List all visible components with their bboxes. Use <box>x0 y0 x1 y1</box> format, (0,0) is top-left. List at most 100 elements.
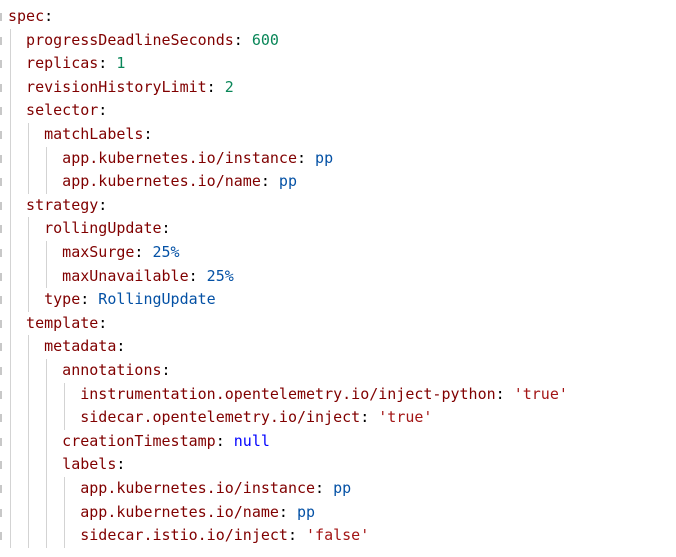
yaml-value: RollingUpdate <box>98 290 216 309</box>
yaml-key: labels <box>62 455 117 474</box>
yaml-key: metadata <box>44 337 117 356</box>
code-line[interactable]: matchLabels: <box>44 123 152 147</box>
indent-guide <box>28 335 30 548</box>
code-line[interactable]: template: <box>26 312 107 336</box>
yaml-key: type <box>44 290 81 309</box>
yaml-key: strategy <box>26 195 99 214</box>
code-line[interactable]: app.kubernetes.io/instance: pp <box>80 477 351 501</box>
gutter-marker <box>0 461 2 470</box>
indent-guide <box>46 146 48 194</box>
yaml-separator: : <box>233 30 252 49</box>
yaml-value: 1 <box>116 54 126 73</box>
indent-guide <box>64 382 66 430</box>
yaml-key: app.kubernetes.io/instance <box>62 148 297 167</box>
yaml-separator: : <box>134 243 153 261</box>
code-line[interactable]: metadata: <box>44 335 125 359</box>
gutter-marker <box>0 13 2 21</box>
code-line[interactable]: labels: <box>62 453 125 477</box>
yaml-value: pp <box>278 172 297 191</box>
code-line[interactable]: revisionHistoryLimit: 2 <box>26 76 234 100</box>
yaml-separator: : <box>296 148 316 167</box>
yaml-separator: : <box>98 313 108 332</box>
code-line[interactable]: app.kubernetes.io/name: pp <box>62 170 297 194</box>
yaml-value: 600 <box>251 30 279 49</box>
yaml-value: pp <box>315 148 334 167</box>
yaml-separator: : <box>215 431 234 450</box>
code-editor[interactable]: spec: progressDeadlineSeconds: 600 replica… <box>0 0 676 557</box>
yaml-separator: : <box>206 77 225 96</box>
indent-guide <box>28 217 30 312</box>
gutter-marker <box>0 343 2 352</box>
yaml-value: pp <box>333 479 352 497</box>
gutter-marker <box>0 225 2 234</box>
yaml-separator: : <box>161 219 171 238</box>
yaml-value: 25% <box>206 266 234 285</box>
yaml-value: pp <box>296 502 316 521</box>
yaml-key: revisionHistoryLimit <box>26 77 207 96</box>
gutter-marker <box>0 532 2 541</box>
code-line[interactable]: progressDeadlineSeconds: 600 <box>26 29 279 53</box>
code-line[interactable]: rollingUpdate: <box>44 217 170 241</box>
gutter-marker <box>0 36 2 45</box>
indent-guide <box>46 359 48 548</box>
code-line[interactable]: type: RollingUpdate <box>44 288 216 312</box>
gutter-marker <box>0 83 2 92</box>
yaml-separator: : <box>80 290 99 309</box>
gutter-marker <box>0 154 2 163</box>
gutter-marker <box>0 390 2 399</box>
indent-guide <box>46 241 48 289</box>
yaml-value: 'true' <box>513 384 568 403</box>
yaml-separator: : <box>278 502 297 521</box>
yaml-separator: : <box>287 526 307 545</box>
gutter-marker <box>0 437 2 446</box>
code-line[interactable]: sidecar.istio.io/inject: 'false' <box>80 524 369 548</box>
yaml-key: sidecar.opentelemetry.io/inject <box>80 408 361 427</box>
yaml-key: annotations <box>62 361 162 379</box>
yaml-separator: : <box>98 54 117 73</box>
yaml-key: spec <box>8 7 45 25</box>
code-line[interactable]: instrumentation.opentelemetry.io/inject-… <box>80 383 568 407</box>
yaml-value: null <box>233 431 270 450</box>
yaml-key: sidecar.istio.io/inject <box>80 526 288 545</box>
code-line[interactable]: app.kubernetes.io/name: pp <box>80 501 315 525</box>
yaml-separator: : <box>98 101 108 120</box>
yaml-separator: : <box>260 172 279 191</box>
yaml-key: app.kubernetes.io/name <box>62 172 261 191</box>
code-line[interactable]: app.kubernetes.io/instance: pp <box>62 147 333 171</box>
gutter-marker <box>0 107 2 116</box>
yaml-separator: : <box>188 266 207 285</box>
gutter-marker <box>0 414 2 423</box>
gutter-marker <box>0 319 2 328</box>
gutter-marker <box>0 296 2 305</box>
yaml-separator: : <box>116 455 126 474</box>
yaml-separator: : <box>315 479 334 497</box>
gutter-marker <box>0 131 2 139</box>
code-line[interactable]: replicas: 1 <box>26 52 125 76</box>
code-line[interactable]: selector: <box>26 99 107 123</box>
code-line[interactable]: sidecar.opentelemetry.io/inject: 'true' <box>80 406 432 430</box>
yaml-key: app.kubernetes.io/instance <box>80 479 316 497</box>
indent-guide <box>28 123 30 194</box>
yaml-key: rollingUpdate <box>44 219 162 238</box>
yaml-separator: : <box>98 195 108 214</box>
yaml-key: template <box>26 313 99 332</box>
yaml-key: creationTimestamp <box>62 431 216 450</box>
gutter-marker <box>0 60 2 69</box>
yaml-key: maxUnavailable <box>62 266 189 285</box>
code-line[interactable]: creationTimestamp: null <box>62 430 270 454</box>
code-line[interactable]: maxUnavailable: 25% <box>62 265 234 289</box>
yaml-separator: : <box>360 408 379 427</box>
gutter-marker <box>0 485 2 493</box>
code-line[interactable]: spec: <box>8 5 53 29</box>
code-line[interactable]: strategy: <box>26 194 107 218</box>
gutter-marker <box>0 272 2 281</box>
gutter-marker <box>0 249 2 257</box>
yaml-key: replicas <box>26 54 99 73</box>
yaml-key: maxSurge <box>62 243 135 261</box>
indent-guide <box>10 28 11 548</box>
yaml-value: 'true' <box>378 408 433 427</box>
code-line[interactable]: maxSurge: 25% <box>62 241 179 265</box>
code-line[interactable]: annotations: <box>62 359 170 383</box>
gutter-marker <box>0 178 2 187</box>
yaml-value: 2 <box>224 77 234 96</box>
